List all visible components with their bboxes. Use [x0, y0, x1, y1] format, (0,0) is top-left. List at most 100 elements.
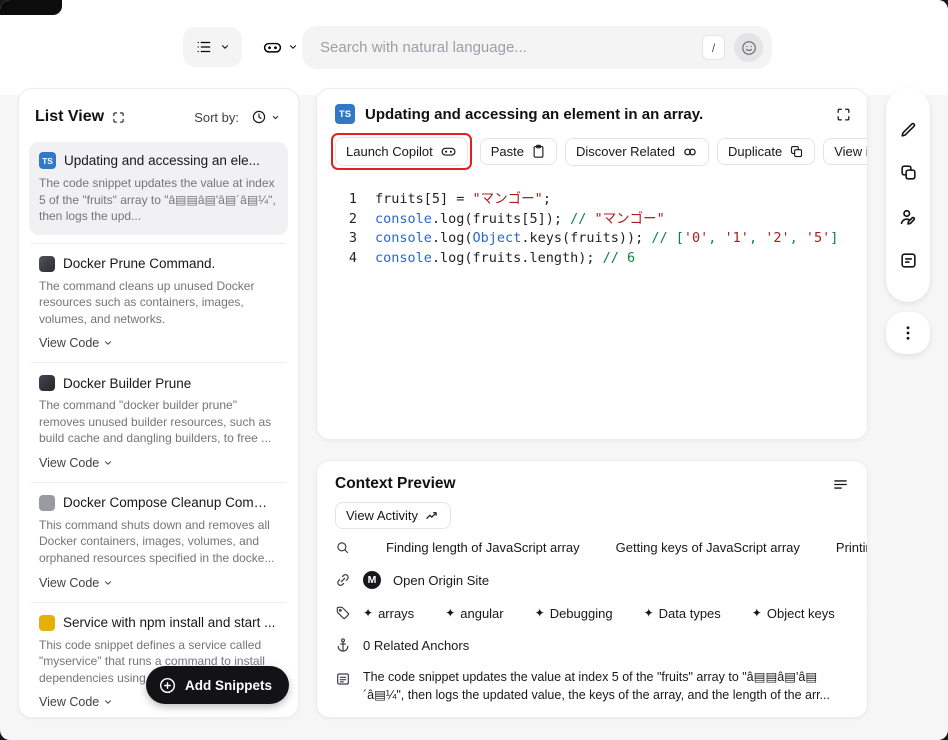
list-item[interactable]: Docker Builder Prune The command "docker… — [31, 362, 286, 482]
code-line: 4 console .log(fruits.length); // 6 — [335, 249, 867, 269]
code-line: 2 console .log(fruits[5]); // "マンゴー" — [335, 210, 867, 230]
more-options-container — [886, 312, 930, 354]
list-item-selected[interactable]: TS Updating and accessing an ele... The … — [29, 142, 288, 235]
open-origin-link[interactable]: Open Origin Site — [393, 573, 489, 588]
edit-pencil-icon[interactable] — [899, 120, 918, 139]
chevron-down-icon — [105, 461, 112, 465]
tag-chip[interactable]: ✦ arrays — [363, 606, 414, 621]
tag-label: arrays — [378, 605, 415, 621]
typescript-badge-icon: TS — [335, 104, 355, 124]
list-item[interactable]: Docker Prune Command. The command cleans… — [31, 242, 286, 363]
related-searches-row: Finding length of JavaScript array Getti… — [317, 532, 867, 563]
snippet-description: This command shuts down and removes all … — [39, 517, 275, 566]
annotation-icon[interactable] — [899, 251, 918, 270]
snippet-title: Docker Prune Command. — [63, 256, 216, 272]
search-bar: / — [302, 26, 772, 69]
view-code-toggle[interactable]: View Code — [39, 336, 278, 350]
code-token: // [ — [651, 230, 684, 246]
context-preview-panel: Context Preview View Activity Finding le… — [316, 460, 868, 718]
expand-snippet-icon[interactable] — [836, 107, 851, 122]
context-header: Context Preview — [317, 461, 867, 499]
related-search[interactable]: Printing specif — [836, 540, 867, 555]
expand-list-icon[interactable] — [112, 111, 125, 124]
code-token: fruits[5] = — [375, 191, 473, 207]
launch-copilot-highlight: Launch Copilot — [331, 133, 472, 170]
tag-chip[interactable]: ✦Array — [866, 606, 867, 621]
view-activity-button[interactable]: View Activity — [335, 502, 452, 529]
add-snippets-label: Add Snippets — [185, 677, 272, 693]
list-layout-icon — [195, 38, 213, 56]
discover-related-button[interactable]: Discover Related — [564, 137, 709, 166]
snippet-summary: The code snippet updates the value at in… — [363, 670, 831, 702]
copy-icon[interactable] — [899, 163, 918, 182]
code-token: .keys(fruits)); — [521, 230, 652, 246]
related-search[interactable]: Getting keys of JavaScript array — [616, 540, 800, 555]
snippet-title: Service with npm install and start ... — [63, 615, 276, 631]
view-mode-dropdown[interactable] — [183, 27, 242, 67]
tag-chip[interactable]: ✦ angular — [445, 606, 503, 621]
tag-chip[interactable]: ✦ Debugging — [535, 606, 613, 621]
more-options-icon[interactable] — [899, 324, 917, 342]
paste-button[interactable]: Paste — [479, 138, 557, 165]
sparkle-icon: ✦ — [866, 606, 867, 620]
code-editor[interactable]: 1 fruits[5] = "マンゴー"; 2 console .log(fruits[… — [335, 190, 867, 268]
view-in-gallery-button[interactable]: View in Gallery — [823, 138, 867, 165]
chevron-down-icon — [271, 113, 280, 122]
sidebar-header: List View Sort by: — [19, 89, 298, 140]
tags-row: ✦ arrays ✦ angular ✦ Debugging ✦ Data types … — [317, 597, 867, 629]
snippet-header: TS Updating and accessing an element in … — [317, 89, 867, 133]
snippet-type-icon — [39, 494, 55, 511]
duplicate-button[interactable]: Duplicate — [716, 138, 816, 165]
context-menu-icon[interactable] — [832, 476, 849, 493]
origin-row: M Open Origin Site — [317, 563, 867, 597]
snippet-description: The code snippet updates the value at in… — [39, 176, 276, 224]
code-token: '5' — [805, 230, 831, 246]
app-window: / List View Sort by: — [0, 0, 948, 740]
related-search[interactable]: Finding length of JavaScript array — [386, 540, 580, 555]
code-token: .log( — [431, 230, 473, 246]
sort-dropdown[interactable] — [245, 104, 286, 130]
discover-related-label: Discover Related — [575, 144, 675, 159]
code-token: "マンゴー" — [594, 210, 665, 227]
code-token: , — [789, 230, 806, 246]
copy-icon — [789, 144, 804, 159]
copilot-mode-dropdown[interactable] — [254, 27, 306, 67]
code-token: console — [375, 210, 432, 227]
duplicate-label: Duplicate — [727, 144, 783, 159]
tag-chip[interactable]: ✦ Data types — [644, 606, 721, 621]
link-icon — [335, 572, 351, 588]
launch-copilot-button[interactable]: Launch Copilot — [335, 137, 468, 166]
sparkle-icon: ✦ — [445, 606, 456, 620]
code-line: 3 console .log(Object .keys(fruits)); // ['… — [335, 229, 867, 249]
clock-icon — [251, 109, 267, 125]
list-item[interactable]: Docker Compose Cleanup Comma... This com… — [31, 481, 286, 602]
code-line: 1 fruits[5] = "マンゴー"; — [335, 190, 867, 210]
snippet-title: Docker Builder Prune — [63, 375, 192, 391]
code-token: console — [375, 249, 432, 266]
chevron-down-icon — [220, 42, 230, 52]
emoji-avatar-icon[interactable] — [734, 33, 763, 62]
window-corner-artifact — [0, 0, 62, 15]
view-code-toggle[interactable]: View Code — [39, 456, 278, 470]
copilot-icon — [262, 37, 283, 58]
code-token: '0' — [683, 230, 709, 246]
chevron-down-icon — [105, 700, 112, 704]
snippet-description: The command "docker builder prune" remov… — [39, 398, 272, 446]
code-token: .log(fruits[5]); — [431, 210, 571, 227]
anchors-row[interactable]: 0 Related Anchors — [317, 629, 867, 661]
add-snippets-button[interactable]: Add Snippets — [146, 666, 289, 704]
tag-chip[interactable]: ✦ Object keys — [752, 606, 835, 621]
line-number: 2 — [348, 210, 357, 227]
person-edit-icon[interactable] — [898, 207, 918, 227]
snippet-list-panel: List View Sort by: TS Updating and acces… — [18, 88, 299, 718]
sort-control: Sort by: — [194, 104, 286, 130]
view-code-toggle[interactable]: View Code — [39, 576, 278, 590]
code-token: , — [748, 230, 766, 246]
chevron-down-icon — [105, 580, 112, 585]
right-toolbar — [886, 88, 930, 302]
origin-favicon: M — [363, 571, 381, 589]
activity-sparkline-icon — [425, 508, 440, 523]
search-input[interactable] — [320, 39, 702, 56]
search-icon — [335, 540, 350, 555]
snippet-title: Updating and accessing an element in an … — [365, 105, 704, 123]
